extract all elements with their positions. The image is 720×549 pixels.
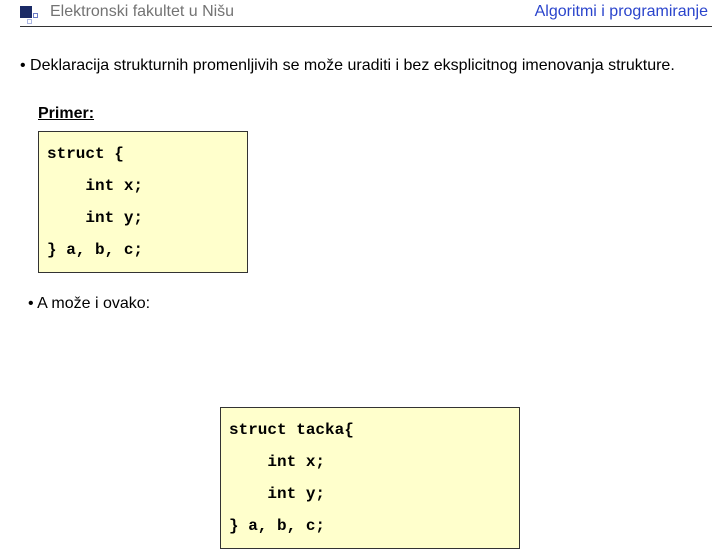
slide-header: Elektronski fakultet u Nišu Algoritmi i … bbox=[0, 0, 720, 28]
code-block-1: struct { int x; int y; } a, b, c; bbox=[38, 131, 248, 273]
decorative-header-icon bbox=[20, 6, 42, 26]
header-divider bbox=[20, 26, 712, 27]
code-block-2: struct tacka{ int x; int y; } a, b, c; bbox=[220, 407, 520, 549]
course-name: Algoritmi i programiranje bbox=[535, 3, 708, 21]
intro-paragraph: • Deklaracija strukturnih promenljivih s… bbox=[20, 55, 700, 77]
institution-name: Elektronski fakultet u Nišu bbox=[50, 3, 234, 21]
example-label: Primer: bbox=[38, 105, 700, 123]
slide-content: • Deklaracija strukturnih promenljivih s… bbox=[20, 55, 700, 313]
alternative-label: • A može i ovako: bbox=[28, 295, 700, 313]
